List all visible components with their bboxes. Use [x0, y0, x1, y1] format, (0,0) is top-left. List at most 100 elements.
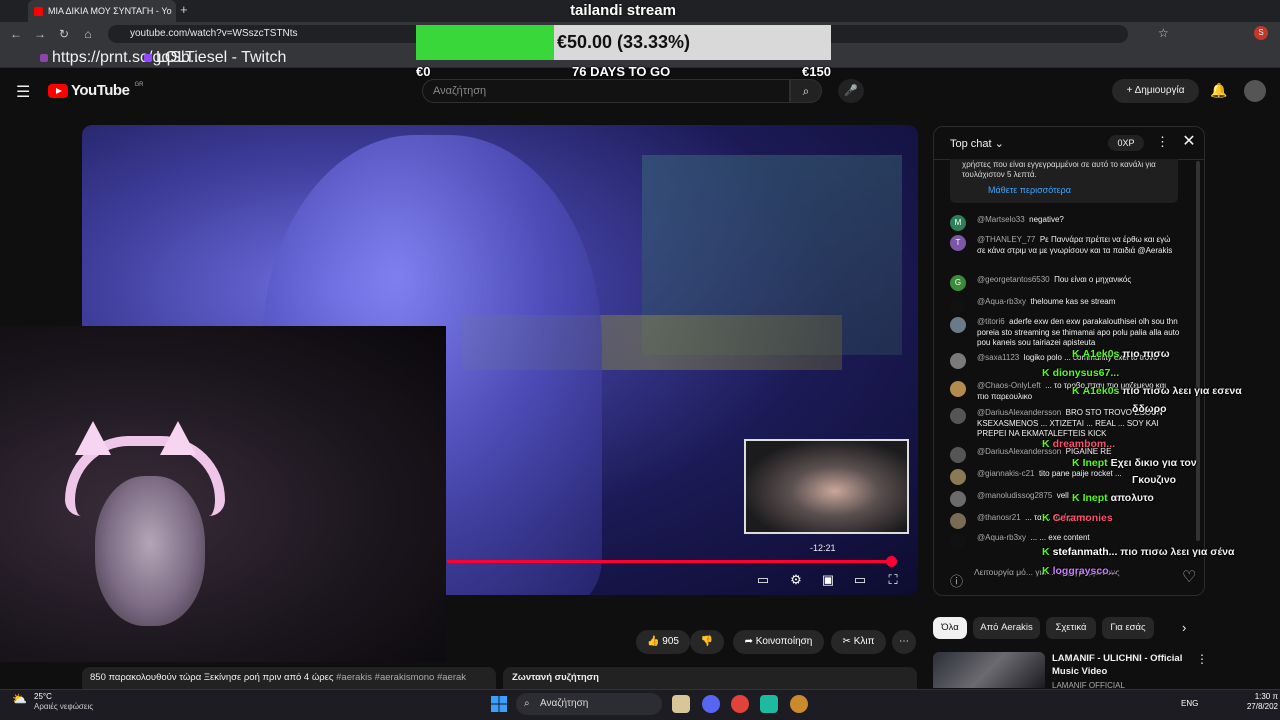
chat-text: tito pane paije rocket ... [1038, 469, 1122, 478]
chat-text: aderfe exw den exw parakalouthisei olh s… [977, 317, 1180, 347]
kick-badge-icon: K [1042, 546, 1050, 558]
windows-start-icon[interactable] [490, 695, 508, 713]
more-actions-button[interactable]: ⋯ [892, 630, 916, 654]
chat-scrollbar[interactable] [1196, 161, 1200, 541]
home-icon[interactable]: ⌂ [80, 26, 96, 42]
kick-badge-icon: K [1042, 438, 1050, 450]
video-progress-scrubber[interactable] [886, 556, 897, 567]
forward-icon[interactable]: → [32, 26, 48, 42]
fullscreen-icon[interactable]: ⛶ [885, 572, 901, 588]
chat-message[interactable]: G @georgetantos6530 Που είναι ο μηχανικός [950, 275, 1180, 291]
back-icon[interactable]: ← [8, 26, 24, 42]
like-button[interactable]: 👍 905 [636, 630, 690, 654]
twitch-message: πιο πισω λεει για σένα [1120, 546, 1235, 558]
search-icon[interactable]: ⌕ [790, 79, 822, 103]
youtube-logo[interactable]: YouTube GR [48, 82, 143, 99]
share-button[interactable]: ➦ Κοινοποίηση [733, 630, 824, 654]
chat-message[interactable]: M @Martselo33 negative? [950, 215, 1180, 231]
xp-badge[interactable]: 0XP [1108, 135, 1144, 151]
subscriber-mode-notice: χρήστες που είναι εγγεγραμμένοι σε αυτό … [950, 159, 1178, 203]
chat-avatar [950, 447, 966, 463]
goal-max: €150 [802, 64, 831, 79]
chip-for-you[interactable]: Για εσάς [1102, 617, 1154, 639]
discord-icon[interactable] [702, 695, 720, 713]
kick-badge-icon: K [1042, 565, 1050, 577]
twitch-chat-line: K Inept απολυτο [1072, 492, 1154, 504]
chat-message[interactable]: @Aqua-rb3xy theloume kas se stream [950, 297, 1180, 313]
goal-days: 76 DAYS TO GO [572, 64, 671, 79]
browser-tab[interactable]: ΜΙΑ ΔΙΚΙΑ ΜΟΥ ΣΥΝΤΑΓΗ - Yo [28, 0, 176, 22]
learn-more-link[interactable]: Μάθετε περισσότερα [988, 185, 1071, 195]
chat-text: theloume kas se stream [1030, 297, 1116, 306]
video-menu-icon[interactable]: ⋮ [1196, 652, 1208, 666]
account-avatar[interactable] [1244, 80, 1266, 102]
chevron-right-icon[interactable]: › [1182, 620, 1186, 635]
menu-icon[interactable]: ☰ [16, 82, 30, 102]
chat-username: @saxa1123 [977, 353, 1020, 362]
twitch-chat-line: Kdreambom... [1042, 438, 1115, 450]
chat-message[interactable]: @Aqua-rb3xy ... ... exe content [950, 533, 1180, 549]
clip-button[interactable]: ✂ Κλιπ [831, 630, 886, 654]
scissors-icon: ✂ [842, 636, 854, 647]
subtitles-icon[interactable]: ▭ [755, 572, 771, 588]
chrome-icon[interactable] [731, 695, 749, 713]
chat-menu-icon[interactable]: ⋮ [1156, 134, 1169, 150]
youtube-play-icon [48, 83, 68, 98]
description-bar[interactable]: 850 παρακολουθούν τώρα Ξεκίνησε ροή πριν… [82, 667, 496, 689]
app-icon[interactable] [760, 695, 778, 713]
chat-avatar [950, 297, 966, 313]
file-explorer-icon[interactable] [672, 695, 690, 713]
settings-gear-icon[interactable]: ⚙ [788, 572, 804, 588]
miniplayer-icon[interactable]: ▣ [820, 572, 836, 588]
chat-username: @Aqua-rb3xy [977, 533, 1027, 542]
goal-title: tailandi stream [570, 2, 676, 19]
notifications-bell-icon[interactable]: 🔔 [1210, 82, 1227, 99]
video-progress-bar[interactable] [447, 560, 892, 563]
chat-username: @DariusAlexandersson [977, 408, 1062, 417]
new-tab-icon[interactable]: + [180, 2, 188, 17]
chat-username: @Chaos-OnlyLeft [977, 381, 1041, 390]
thumbs-up-icon: 👍 [647, 636, 663, 647]
weather-widget[interactable]: ⛅ 25°C Αραιές νεφώσεις [12, 692, 93, 712]
taskbar-search-icon: ⌕ [524, 698, 530, 709]
search-input[interactable]: Αναζήτηση [422, 79, 790, 103]
heart-icon[interactable]: ♡ [1182, 567, 1196, 587]
chat-avatar: M [950, 215, 966, 231]
twitch-message: Εχει δικιο για τον [1110, 457, 1197, 469]
bookmark-twitch[interactable]: LOLTiesel - Twitch [144, 49, 286, 66]
chat-message[interactable]: @titori6 aderfe exw den exw parakalouthi… [950, 317, 1180, 349]
chat-username: @Martselo33 [977, 215, 1025, 224]
twitch-chat-line: δδωρο [1132, 403, 1167, 415]
time-remaining: -12:21 [810, 543, 836, 553]
twitch-chat-line: Kstefanmath... πιο πισω λεει για σένα [1042, 546, 1234, 558]
chat-avatar [950, 317, 966, 333]
twitch-message: πιο πισω λεει για εσενα [1122, 385, 1242, 397]
theater-mode-icon[interactable]: ▭ [852, 572, 868, 588]
streamer-face [95, 476, 205, 626]
chip-all[interactable]: Όλα [933, 617, 967, 639]
dislike-button[interactable]: 👎 [690, 630, 724, 654]
live-chat-replay-bar[interactable]: Ζωντανή συζήτηση [503, 667, 917, 689]
chip-from-channel[interactable]: Από Aerakis [973, 617, 1040, 639]
create-button[interactable]: + Δημιουργία [1112, 79, 1199, 103]
chat-mode-dropdown[interactable]: Top chat ⌄ [950, 137, 1004, 150]
chat-avatar [950, 513, 966, 529]
tab-title: ΜΙΑ ΔΙΚΙΑ ΜΟΥ ΣΥΝΤΑΓΗ - Yo [48, 6, 172, 16]
chip-related[interactable]: Σχετικά [1046, 617, 1096, 639]
twitch-chat-line: Γκουζινο [1132, 474, 1176, 486]
chat-message[interactable]: T @THANLEY_77 Ρε Παννάρα πρέπει να έρθω κ… [950, 235, 1180, 256]
recommended-video-title[interactable]: LAMANIF - ULICHNI - Official Music Video [1052, 652, 1192, 678]
recommended-video-thumbnail[interactable] [933, 652, 1045, 688]
youtube-favicon-icon [34, 6, 43, 16]
goal-min: €0 [416, 64, 431, 79]
close-icon[interactable]: ✕ [1180, 133, 1198, 151]
taskbar-search[interactable]: ⌕ Αναζήτηση [516, 693, 662, 715]
thumbs-down-icon: 👎 [700, 636, 714, 647]
mic-icon[interactable]: 🎤 [838, 79, 864, 103]
system-clock[interactable]: 1:30 π 27/8/202 [1228, 692, 1278, 712]
language-indicator[interactable]: ENG [1181, 699, 1198, 708]
obs-icon[interactable] [790, 695, 808, 713]
bookmark-star-icon[interactable]: ☆ [1158, 26, 1169, 40]
reload-icon[interactable]: ↻ [56, 26, 72, 42]
profile-avatar[interactable]: S [1254, 26, 1268, 40]
